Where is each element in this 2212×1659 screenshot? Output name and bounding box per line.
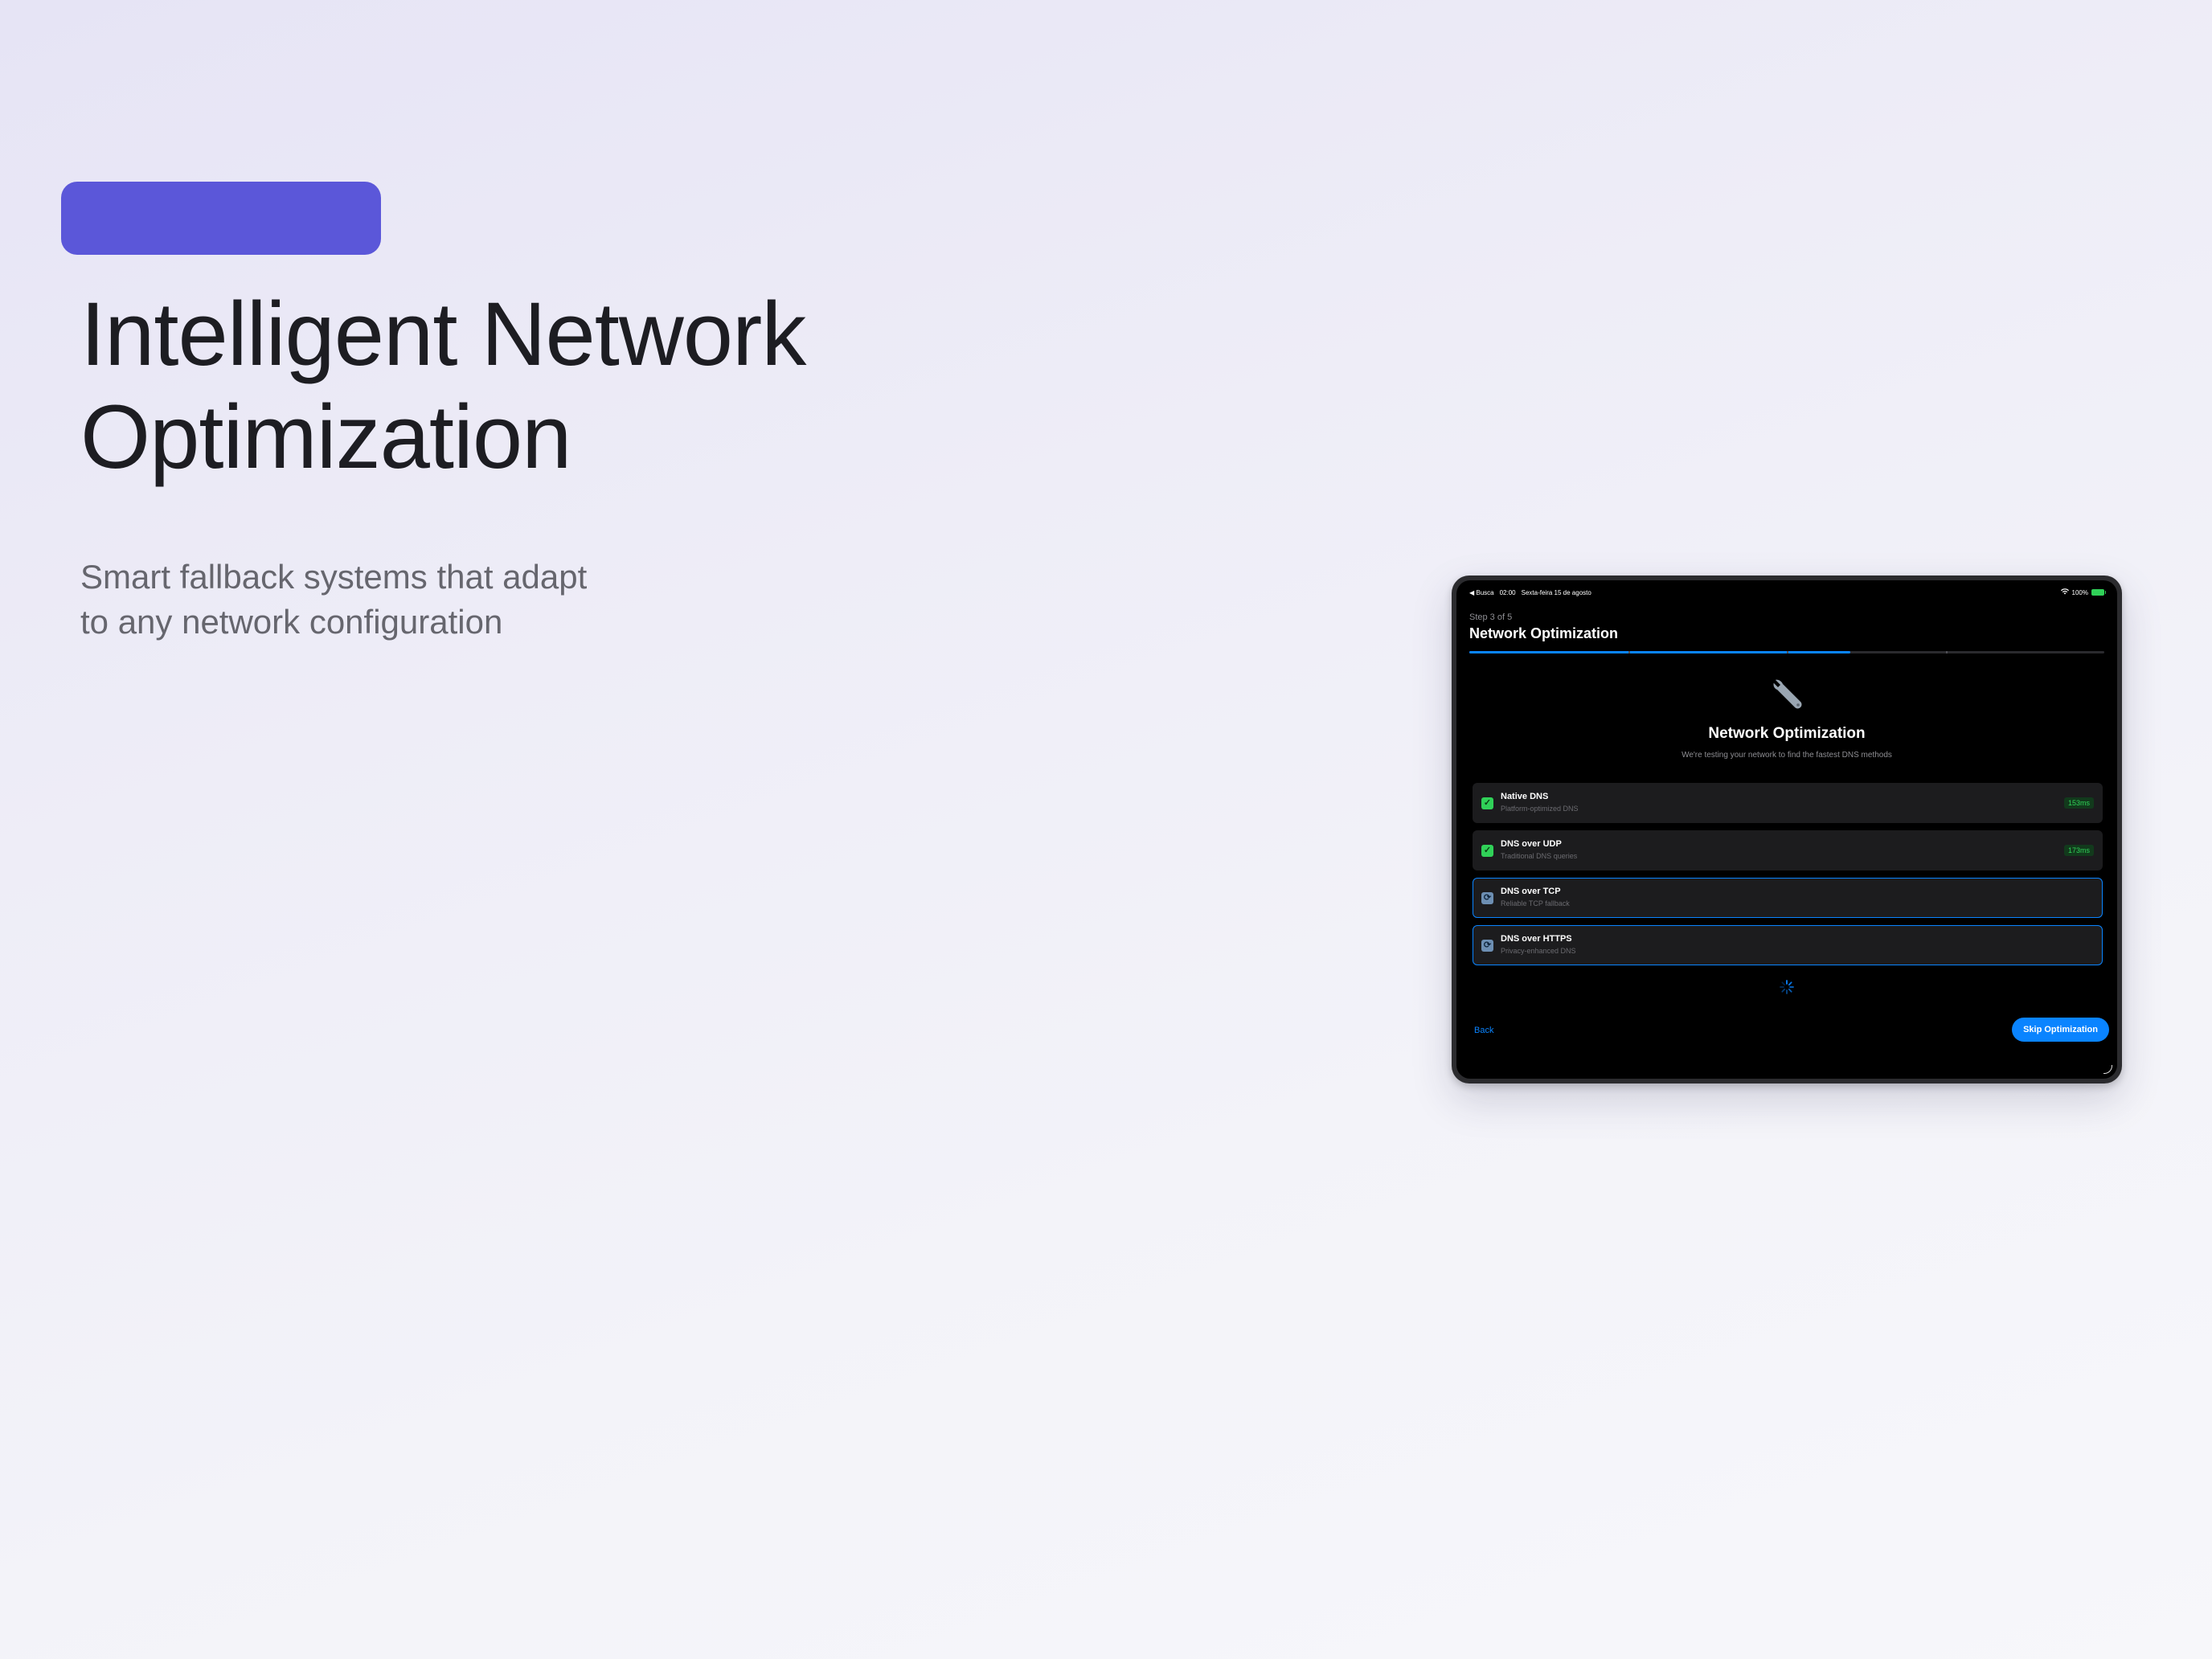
- status-bar: ◀ Busca 02:00 Sexta-feira 15 de agosto 1…: [1456, 588, 2117, 597]
- status-date: Sexta-feira 15 de agosto: [1521, 588, 1591, 596]
- wrench-icon: [1456, 675, 2117, 719]
- step-label: Step 3 of 5: [1469, 612, 1513, 622]
- progress-fill: [1469, 651, 1850, 653]
- method-name: DNS over TCP: [1501, 887, 1561, 896]
- method-description: Privacy-enhanced DNS: [1501, 947, 1576, 955]
- battery-percent: 100%: [2071, 588, 2088, 596]
- method-name: Native DNS: [1501, 792, 1549, 801]
- method-description: Reliable TCP fallback: [1501, 899, 1570, 907]
- step-progress-bar: [1469, 651, 2104, 653]
- wifi-icon: [2060, 588, 2069, 596]
- dns-method-native: ✓ Native DNS Platform-optimized DNS 153m…: [1473, 783, 2103, 823]
- screen-title: Network Optimization: [1469, 625, 1619, 641]
- refresh-icon: ⟳: [1481, 940, 1493, 952]
- subtitle-line-2: to any network configuration: [80, 603, 503, 641]
- checkmark-icon: ✓: [1481, 845, 1493, 857]
- progress-tick: [1628, 651, 1630, 653]
- skip-optimization-button[interactable]: Skip Optimization: [2012, 1018, 2109, 1042]
- battery-icon: [2091, 589, 2106, 596]
- badge-pill: [61, 182, 381, 255]
- progress-tick: [1945, 651, 1948, 653]
- tablet-device: ◀ Busca 02:00 Sexta-feira 15 de agosto 1…: [1452, 576, 2122, 1083]
- headline-line-2: Optimization: [80, 387, 571, 487]
- subtitle-line-1: Smart fallback systems that adapt: [80, 558, 588, 596]
- progress-tick: [1787, 651, 1788, 653]
- optimization-title: Network Optimization: [1708, 725, 1866, 742]
- status-back-app[interactable]: ◀ Busca: [1469, 589, 1494, 596]
- method-name: DNS over UDP: [1501, 839, 1562, 849]
- hero-subtitle: Smart fallback systems that adapt to any…: [80, 555, 691, 645]
- hero-headline: Intelligent Network Optimization: [80, 283, 965, 489]
- back-button[interactable]: Back: [1474, 1026, 1493, 1035]
- latency-badge: 153ms: [2063, 797, 2094, 809]
- dns-method-list: ✓ Native DNS Platform-optimized DNS 153m…: [1473, 783, 2103, 973]
- latency-badge: 173ms: [2063, 845, 2094, 856]
- resize-handle-icon[interactable]: [2103, 1065, 2112, 1074]
- optimization-subtitle: We're testing your network to find the f…: [1682, 751, 1892, 760]
- tablet-screen: ◀ Busca 02:00 Sexta-feira 15 de agosto 1…: [1456, 580, 2117, 1079]
- refresh-icon: ⟳: [1481, 892, 1493, 904]
- dns-method-https: ⟳ DNS over HTTPS Privacy-enhanced DNS: [1473, 925, 2103, 965]
- method-description: Traditional DNS queries: [1501, 852, 1578, 860]
- dns-method-tcp: ⟳ DNS over TCP Reliable TCP fallback: [1473, 878, 2103, 918]
- method-name: DNS over HTTPS: [1501, 934, 1572, 944]
- headline-line-1: Intelligent Network: [80, 284, 806, 384]
- dns-method-udp: ✓ DNS over UDP Traditional DNS queries 1…: [1473, 830, 2103, 870]
- checkmark-icon: ✓: [1481, 797, 1493, 809]
- status-time: 02:00: [1499, 588, 1516, 596]
- method-description: Platform-optimized DNS: [1501, 805, 1579, 813]
- loading-spinner-icon: [1456, 979, 2117, 999]
